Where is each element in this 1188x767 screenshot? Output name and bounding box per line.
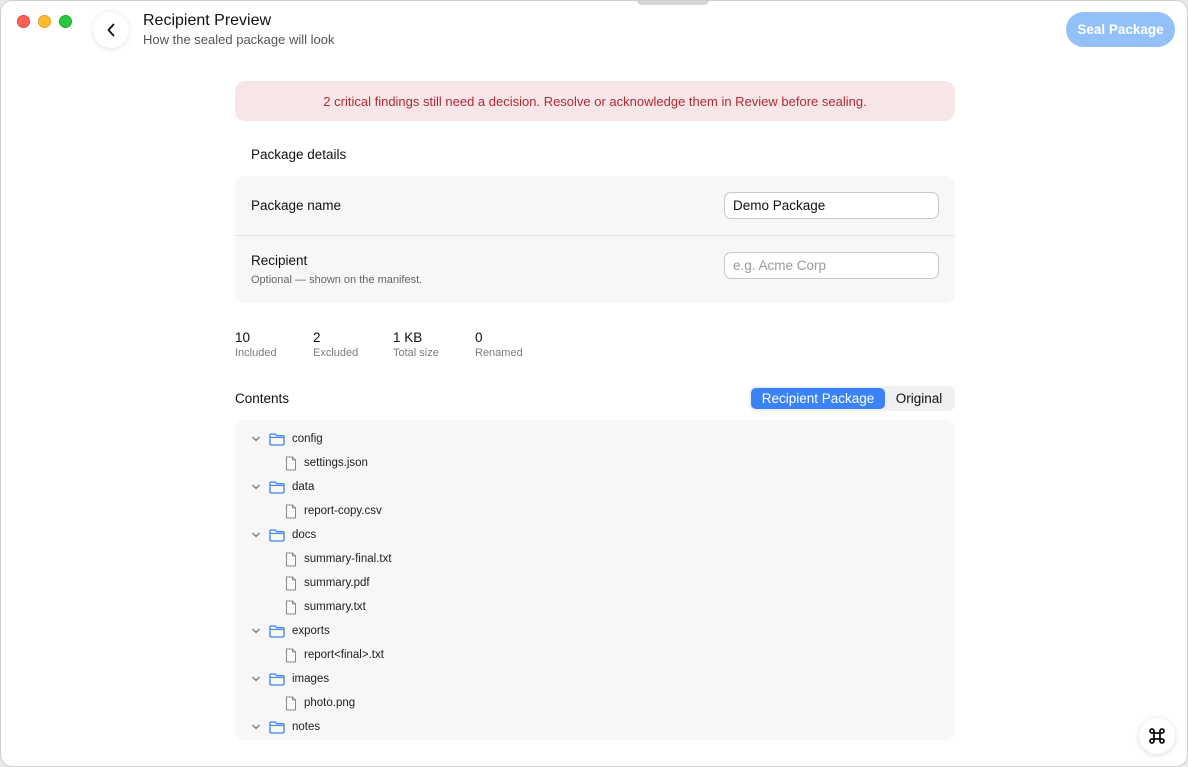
file-name: settings.json [304, 457, 368, 469]
minimize-window-button[interactable] [38, 15, 51, 28]
command-icon [1149, 728, 1165, 744]
file-icon [285, 551, 297, 567]
seal-package-button[interactable]: Seal Package [1066, 12, 1175, 47]
close-window-button[interactable] [17, 15, 30, 28]
folder-name: images [292, 673, 330, 685]
file-tree: config settings.json data report-copy.csv do… [235, 420, 955, 740]
tree-folder-row[interactable]: exports [235, 619, 955, 643]
folder-name: config [292, 433, 323, 445]
stat-renamed: 0 Renamed [475, 330, 523, 359]
file-name: summary.pdf [304, 577, 370, 589]
file-icon [285, 599, 297, 615]
window-notch [637, 1, 709, 5]
package-stats: 10 Included 2 Excluded 1 KB Total size 0… [235, 330, 955, 362]
folder-icon [269, 624, 285, 638]
tree-folder-row[interactable]: data [235, 475, 955, 499]
page-subtitle: How the sealed package will look [143, 32, 335, 47]
package-name-input[interactable] [724, 192, 939, 219]
file-name: report<final>.txt [304, 649, 384, 661]
stat-label: Renamed [475, 347, 523, 359]
stat-label: Included [235, 347, 277, 359]
view-toggle: Recipient Package Original [749, 386, 955, 411]
file-name: summary.txt [304, 601, 366, 613]
chevron-left-icon [107, 23, 115, 37]
chevron-down-icon[interactable] [251, 530, 261, 540]
tab-original[interactable]: Original [885, 388, 953, 409]
chevron-down-icon[interactable] [251, 674, 261, 684]
stat-value: 0 [475, 330, 483, 345]
tree-file-row[interactable]: report-copy.csv [235, 499, 955, 523]
maximize-window-button[interactable] [59, 15, 72, 28]
package-details-heading: Package details [251, 147, 347, 162]
critical-findings-alert: 2 critical findings still need a decisio… [235, 81, 955, 121]
folder-icon [269, 528, 285, 542]
main-content: 2 critical findings still need a decisio… [235, 81, 955, 740]
tab-recipient-package[interactable]: Recipient Package [751, 388, 885, 409]
tree-file-row[interactable]: photo.png [235, 691, 955, 715]
file-icon [285, 455, 297, 471]
file-name: report-copy.csv [304, 505, 382, 517]
stat-total-size: 1 KB Total size [393, 330, 439, 359]
tree-folder-row[interactable]: config [235, 427, 955, 451]
stat-label: Total size [393, 347, 439, 359]
tree-file-row[interactable]: summary-final.txt [235, 547, 955, 571]
back-button[interactable] [93, 12, 129, 48]
tree-file-row[interactable]: settings.json [235, 451, 955, 475]
package-name-label: Package name [251, 198, 342, 213]
page-title: Recipient Preview [143, 12, 272, 29]
stat-value: 1 KB [393, 330, 423, 345]
folder-name: data [292, 481, 315, 493]
command-button[interactable] [1139, 718, 1175, 754]
tree-folder-row[interactable]: docs [235, 523, 955, 547]
tree-file-row[interactable]: summary.pdf [235, 571, 955, 595]
stat-value: 10 [235, 330, 251, 345]
folder-name: exports [292, 625, 330, 637]
package-name-row: Package name [235, 176, 955, 236]
file-name: summary-final.txt [304, 553, 392, 565]
tree-file-row[interactable]: report<final>.txt [235, 643, 955, 667]
chevron-down-icon[interactable] [251, 626, 261, 636]
folder-name: notes [292, 721, 321, 733]
chevron-down-icon[interactable] [251, 722, 261, 732]
folder-name: docs [292, 529, 317, 541]
recipient-hint: Optional — shown on the manifest. [251, 274, 423, 286]
stat-included: 10 Included [235, 330, 277, 359]
contents-header: Contents Recipient Package Original [235, 386, 955, 411]
stat-excluded: 2 Excluded [313, 330, 358, 359]
package-details-card: Package name Recipient Optional — shown … [235, 176, 955, 303]
window-controls [17, 15, 72, 28]
stat-label: Excluded [313, 347, 359, 359]
tree-folder-row[interactable]: notes [235, 715, 955, 739]
tree-folder-row[interactable]: images [235, 667, 955, 691]
folder-icon [269, 432, 285, 446]
folder-icon [269, 720, 285, 734]
file-icon [285, 695, 297, 711]
tree-file-row[interactable]: summary.txt [235, 595, 955, 619]
recipient-label: Recipient [251, 253, 308, 268]
folder-icon [269, 480, 285, 494]
contents-heading: Contents [235, 391, 290, 406]
file-icon [285, 503, 297, 519]
file-icon [285, 575, 297, 591]
app-window: Recipient Preview How the sealed package… [0, 0, 1188, 767]
file-icon [285, 647, 297, 663]
file-name: photo.png [304, 697, 356, 709]
chevron-down-icon[interactable] [251, 434, 261, 444]
recipient-row: Recipient Optional — shown on the manife… [235, 236, 955, 303]
recipient-input[interactable] [724, 252, 939, 279]
chevron-down-icon[interactable] [251, 482, 261, 492]
folder-icon [269, 672, 285, 686]
stat-value: 2 [313, 330, 321, 345]
